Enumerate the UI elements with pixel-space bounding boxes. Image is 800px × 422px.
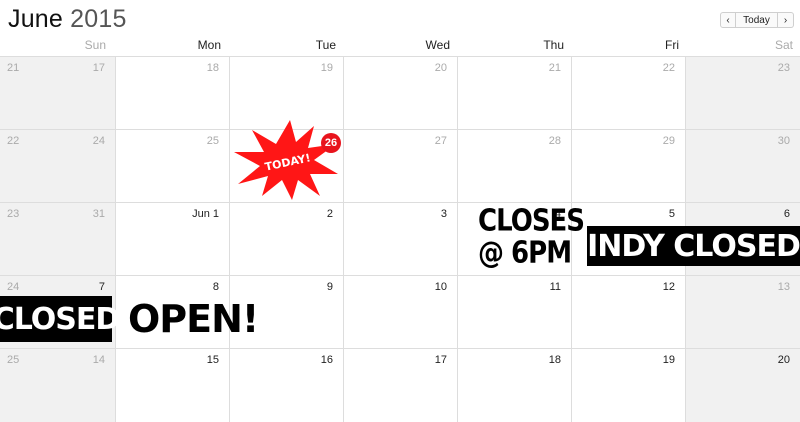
weekday-mon: Mon [197,38,221,52]
day-number: 17 [92,62,105,74]
day-number: 20 [434,62,447,74]
week-row: 22 24 25 TODAY! 26 27 28 29 30 [0,120,800,203]
day-number: Jun 1 [192,208,219,220]
week-number: 24 [7,281,20,293]
weekday-tue: Tue [315,38,336,52]
day-cell[interactable]: 30 [686,130,800,203]
day-number: 22 [662,62,675,74]
closes-note: CLOSES @ 6PM [478,203,585,271]
day-cell[interactable]: 25 [116,130,230,203]
chevron-left-icon: ‹ [726,14,730,26]
day-cell[interactable]: 29 [572,130,686,203]
day-number: 30 [777,135,790,147]
day-cell[interactable]: 17 [344,349,458,422]
month-title: June 2015 [8,5,127,34]
day-cell-today[interactable]: TODAY! 26 [230,120,344,203]
day-cell[interactable]: 21 [458,57,572,130]
day-number: 28 [548,135,561,147]
day-number: 25 [206,135,219,147]
chevron-right-icon: › [783,14,788,26]
day-cell[interactable]: 3 [344,203,458,276]
day-number: 17 [434,354,447,366]
weekday-header-row: Sun Mon Tue Wed Thu Fri Sat [0,36,800,56]
next-month-button[interactable]: › [778,12,794,28]
day-number: 16 [320,354,333,366]
day-number: 10 [434,281,447,293]
day-number: 18 [548,354,561,366]
day-cell[interactable]: 10 [344,276,458,349]
day-cell[interactable]: 18 [458,349,572,422]
day-cell[interactable]: 20 [344,57,458,130]
day-number: 21 [548,62,561,74]
week-row: 24 7 8 9 10 11 12 13 [0,275,800,349]
day-cell[interactable]: Jun 1 [116,203,230,276]
day-cell[interactable]: 12 [572,276,686,349]
day-number: 29 [662,135,675,147]
day-number: 11 [549,281,561,293]
day-cell[interactable]: 27 [344,130,458,203]
indy-closed-banner: INDY CLOSED [587,226,800,266]
closed-banner: CLOSED [0,296,120,342]
day-number: 27 [434,135,447,147]
today-date-badge: 26 [321,133,341,153]
today-starburst-icon: TODAY! [234,120,338,200]
weekday-sat: Sat [774,38,793,52]
today-button[interactable]: Today [736,12,778,28]
day-cell[interactable]: 25 14 [0,349,116,422]
day-cell[interactable]: 11 [458,276,572,349]
weekday-wed: Wed [425,38,450,52]
day-number: 8 [212,281,219,293]
day-number: 19 [662,354,675,366]
week-number: 25 [7,354,20,366]
day-number: 31 [92,208,105,220]
closes-note-line1: CLOSES [478,203,585,239]
day-cell[interactable]: 22 24 [0,130,116,203]
day-number: 15 [206,354,219,366]
day-cell[interactable]: 28 [458,130,572,203]
day-number: 7 [98,281,105,293]
day-number: 6 [783,208,790,220]
year-label: 2015 [70,5,127,33]
day-number: 24 [92,135,105,147]
day-number: 3 [440,208,447,220]
day-number: 14 [92,354,105,366]
day-cell[interactable]: 16 [230,349,344,422]
day-number: 19 [320,62,333,74]
week-number: 23 [7,208,20,220]
day-cell[interactable]: 23 31 [0,203,116,276]
weekday-sun: Sun [84,38,106,52]
month-nav: ‹ Today › [720,12,794,28]
day-number: 23 [777,62,790,74]
day-cell[interactable]: 13 [686,276,800,349]
weekday-fri: Fri [665,38,679,52]
month-label: June [8,5,64,33]
calendar-header: June 2015 ‹ Today › [0,0,800,36]
week-row: 21 17 18 19 20 21 22 23 [0,56,800,130]
day-number: 20 [777,354,790,366]
week-row: 25 14 15 16 17 18 19 20 [0,348,800,422]
closes-note-line2: @ 6PM [478,236,572,271]
week-number: 21 [7,62,20,74]
day-cell[interactable]: 20 [686,349,800,422]
day-number: 12 [662,281,675,293]
open-note: OPEN! [128,297,259,341]
day-cell[interactable]: 18 [116,57,230,130]
day-number: 9 [326,281,333,293]
day-cell[interactable]: 21 17 [0,57,116,130]
weekday-thu: Thu [543,38,564,52]
day-cell[interactable]: 23 [686,57,800,130]
day-cell[interactable]: 2 [230,203,344,276]
week-number: 22 [7,135,20,147]
day-number: 5 [668,208,675,220]
day-number: 13 [777,281,790,293]
day-number: 18 [206,62,219,74]
day-cell[interactable]: 22 [572,57,686,130]
day-cell[interactable]: 19 [572,349,686,422]
day-cell[interactable]: 15 [116,349,230,422]
previous-month-button[interactable]: ‹ [720,12,736,28]
day-number: 2 [326,208,333,220]
